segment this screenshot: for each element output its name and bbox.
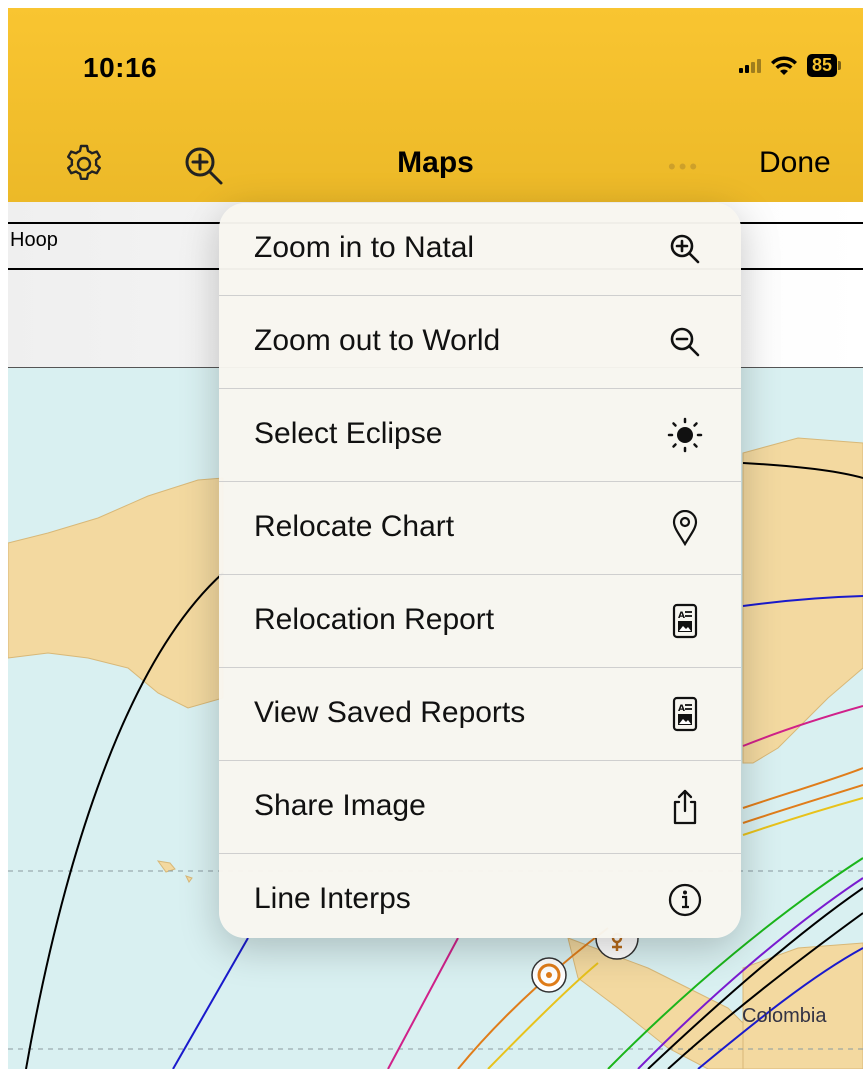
sun-icon xyxy=(667,417,703,453)
menu-item-zoom-out[interactable]: Zoom out to World xyxy=(219,296,741,389)
svg-text:A: A xyxy=(678,611,685,621)
info-icon xyxy=(668,883,702,917)
status-indicators: 85 xyxy=(738,54,841,77)
menu-item-label: Zoom out to World xyxy=(254,324,501,357)
menu-item-select-eclipse[interactable]: Select Eclipse xyxy=(219,389,741,482)
report-icon: A xyxy=(672,603,698,639)
app-header: 10:16 85 Maps ••• Done xyxy=(8,8,863,202)
chart-name: Hoop xyxy=(10,229,58,251)
status-time: 10:16 xyxy=(83,52,158,83)
battery-icon: 85 xyxy=(806,54,841,77)
wifi-icon xyxy=(770,55,797,75)
done-button[interactable]: Done xyxy=(759,146,831,180)
land-alaska xyxy=(8,477,224,709)
map-label-colombia: Colombia xyxy=(742,1005,827,1027)
page-title: Maps xyxy=(397,146,474,179)
share-icon xyxy=(673,789,697,825)
map-pin-icon xyxy=(672,510,698,546)
menu-item-relocation-report[interactable]: Relocation Report A xyxy=(219,575,741,668)
svg-text:A: A xyxy=(678,704,685,714)
line-orange-right xyxy=(742,767,863,809)
zoom-out-icon xyxy=(670,327,700,357)
menu-item-zoom-in[interactable]: Zoom in to Natal xyxy=(219,203,741,296)
menu-item-view-saved-reports[interactable]: View Saved Reports A xyxy=(219,668,741,761)
battery-level: 85 xyxy=(806,54,837,77)
context-menu: Zoom in to Natal Zoom out to World Selec… xyxy=(219,203,741,938)
report-icon: A xyxy=(672,696,698,732)
zoom-in-icon xyxy=(670,234,700,264)
menu-item-label: Zoom in to Natal xyxy=(254,231,475,264)
menu-item-label: Relocation Report xyxy=(254,603,495,636)
menu-item-relocate-chart[interactable]: Relocate Chart xyxy=(219,482,741,575)
cellular-signal-icon xyxy=(738,58,761,73)
land-islands xyxy=(156,860,193,883)
menu-item-label: Select Eclipse xyxy=(254,417,443,450)
menu-item-share-image[interactable]: Share Image xyxy=(219,761,741,854)
menu-item-line-interps[interactable]: Line Interps xyxy=(219,854,741,938)
menu-item-label: Relocate Chart xyxy=(254,510,455,543)
menu-item-label: View Saved Reports xyxy=(254,696,526,729)
land-north-america xyxy=(742,437,863,764)
menu-item-label: Share Image xyxy=(254,789,426,822)
more-options-icon[interactable]: ••• xyxy=(668,154,700,180)
sun-symbol xyxy=(531,957,567,993)
menu-item-label: Line Interps xyxy=(254,882,411,915)
